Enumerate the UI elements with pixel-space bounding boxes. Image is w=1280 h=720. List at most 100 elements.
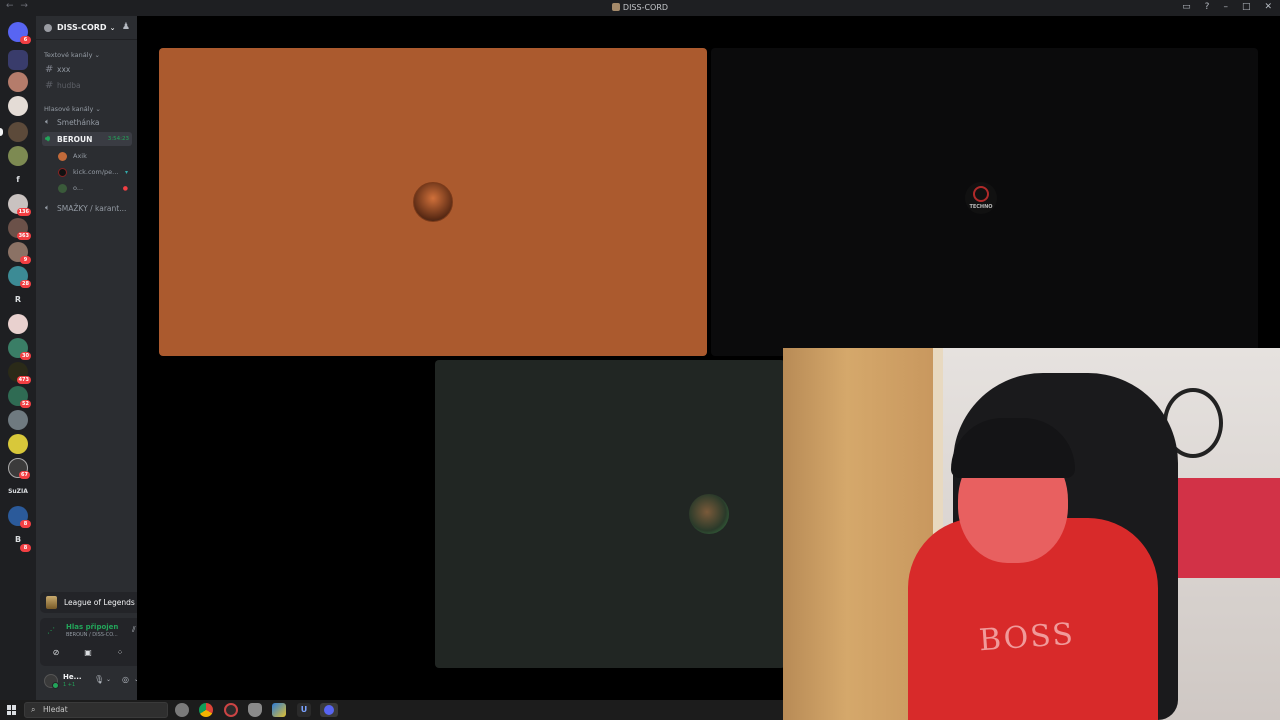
signal-icon[interactable]: ⋰ [47,626,55,635]
server-dot-icon [44,23,52,32]
noise-suppression-icon[interactable]: ⫽ [132,625,136,635]
folder-icon[interactable] [8,50,28,70]
participant-avatar: TECHNO [965,182,997,214]
inbox-icon[interactable]: ▭ [1182,2,1191,12]
taskbar-app-icon[interactable] [175,703,189,717]
notification-badge: 6 [20,36,31,44]
server-icon[interactable]: 9 [8,242,31,264]
avatar [58,151,67,161]
server-icon[interactable]: 473 [8,362,31,384]
server-icon[interactable]: 52 [8,386,31,408]
server-name: DISS-CORD [57,23,107,32]
discord-home-icon[interactable]: 6 [8,22,31,44]
notification-badge: 473 [16,376,31,384]
chrome-icon[interactable] [199,703,213,717]
title-bar: ← → DISS-CORD ▭ ? – □ ✕ [0,0,1280,16]
taskbar-search-input[interactable]: ⌕ Hledat [24,702,168,718]
server-rail: 6 f 136 363 9 28 R 30 473 52 67 SuZIA 8 … [0,16,36,700]
taskbar-app-icon[interactable] [272,703,286,717]
folder-letter: B [14,535,22,544]
server-icon[interactable] [8,146,28,166]
speaker-icon: 🔊︎ [45,134,51,143]
video-tile[interactable]: TECHNO [711,48,1258,356]
logo-text: TECHNO [969,204,993,210]
search-icon: ⌕ [31,705,36,714]
maximize-button[interactable]: □ [1242,2,1251,12]
folder-label[interactable]: R [8,290,28,310]
category-voice[interactable]: Hlasové kanály ⌄ [44,105,101,113]
uplay-icon[interactable]: U [297,703,311,717]
unread-pill [0,128,3,136]
server-icon[interactable]: 30 [8,338,31,360]
microphone-icon[interactable]: 🎙︎ [94,675,104,684]
server-icon[interactable]: 67 [8,458,30,479]
voice-timer: 3:54:23 [107,136,129,142]
user-name: He... [63,673,82,681]
user-avatar[interactable] [44,674,59,689]
shield-icon[interactable] [248,703,262,717]
server-icon[interactable]: 363 [8,218,31,240]
server-header[interactable]: DISS-CORD ⌄ ♟ [36,16,137,40]
screen-share-icon[interactable]: ▣ [76,645,100,661]
server-icon[interactable]: 28 [8,266,31,288]
user-name-block[interactable]: He... 1 +1 [63,673,82,689]
voice-status[interactable]: Hlas připojen [66,623,118,631]
video-tile[interactable] [435,360,785,668]
voice-member[interactable]: Axik [58,150,132,162]
taskbar: ⌕ Hledat U [0,700,783,720]
participant-avatar [413,182,453,222]
channel-label: xxx [57,64,71,74]
category-label: Textové kanály [44,51,93,59]
category-label: Hlasové kanály [44,105,94,113]
league-of-legends-icon [46,596,57,609]
avatar [58,183,67,193]
voice-channel-beroun[interactable]: 🔊︎ BEROUN 3:54:23 [42,132,132,146]
minimize-button[interactable]: – [1223,2,1228,12]
voice-member[interactable]: o... ● [58,182,132,194]
channel-xxx[interactable]: # xxx [42,62,132,76]
help-icon[interactable]: ? [1205,2,1210,12]
muted-icon: ● [122,184,128,192]
opera-icon[interactable] [224,703,238,717]
channel-label: SMAŽKY / karant... [57,203,127,213]
folder-label[interactable]: f [8,170,28,190]
speaker-icon: 🔈︎ [45,117,50,126]
server-icon[interactable]: 8 [8,506,31,528]
member-name: kick.com/pe... [73,168,119,176]
server-icon[interactable] [8,96,28,116]
windows-start-icon[interactable] [7,705,17,715]
close-button[interactable]: ✕ [1264,2,1272,12]
hash-icon: # [45,63,54,75]
voice-channel-path[interactable]: BEROUN / DISS-CO... [66,632,118,638]
channel-hudba[interactable]: # hudba [42,78,132,92]
activity-game-name: League of Legends [64,598,135,607]
activities-icon[interactable]: ⁘ [108,645,132,661]
notification-badge: 30 [20,352,31,360]
server-icon[interactable] [8,72,28,92]
notification-badge: 8 [20,520,31,528]
headphones-icon[interactable]: ◎ [122,675,129,684]
member-name: Axik [73,152,87,160]
webcam-overlay: BOSS [783,348,1280,720]
add-member-icon[interactable]: ♟ [122,22,130,32]
hash-icon: # [45,79,54,91]
server-icon[interactable] [8,434,28,454]
voice-channel-smethanka[interactable]: 🔈︎ Smethánka [42,115,132,129]
folder-label[interactable]: SuZIA [8,482,28,502]
server-icon[interactable]: 136 [8,194,31,216]
server-icon[interactable] [8,122,28,142]
voice-member[interactable]: kick.com/pe... ▾ [58,166,132,178]
server-icon[interactable] [8,410,28,430]
server-icon [611,3,620,11]
video-tile[interactable] [159,48,707,356]
screen-share-icon: ▾ [124,168,128,176]
category-text[interactable]: Textové kanály ⌄ [44,51,100,59]
server-icon[interactable] [8,314,28,334]
voice-channel-smazky[interactable]: 🔈︎ SMAŽKY / karant... [42,201,132,215]
chevron-down-icon: ⌄ [109,23,116,32]
folder-label[interactable]: B8 [8,530,31,552]
window-controls: ▭ ? – □ ✕ [1182,2,1272,12]
discord-taskbar-icon[interactable] [320,703,338,717]
camera-off-icon[interactable]: ⊘ [44,645,68,661]
chevron-down-icon[interactable]: ⌄ [106,676,111,683]
